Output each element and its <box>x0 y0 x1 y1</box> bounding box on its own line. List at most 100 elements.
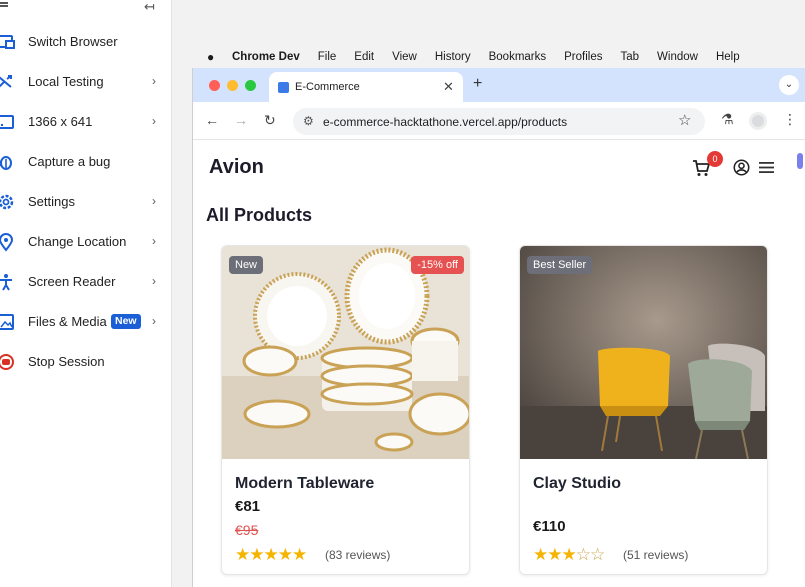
panel-item-settings[interactable]: Settings › <box>0 181 172 221</box>
mac-menu-bar: ● Chrome Dev File Edit View History Book… <box>192 46 805 68</box>
star-empty-icon: ☆ <box>575 545 591 564</box>
tool-panel: ↤ Switch Browser Local Testing › 1366 x … <box>0 0 172 587</box>
labs-flask-icon[interactable]: ⚗ <box>721 111 734 128</box>
new-badge: New <box>111 314 141 329</box>
local-testing-icon <box>0 75 12 88</box>
product-card[interactable]: New -15% off Modern Tableware €81 €95 ★★… <box>221 245 470 575</box>
new-tab-button[interactable]: + <box>473 75 482 93</box>
product-old-price: €95 <box>235 522 259 538</box>
location-pin-icon <box>0 233 14 252</box>
url-text[interactable]: e-commerce-hacktathone.vercel.app/produc… <box>323 115 567 129</box>
browser-toolbar: ← → ↻ ⚙ e-commerce-hacktathone.vercel.ap… <box>193 102 805 140</box>
star-filled-icon: ★ <box>547 545 562 564</box>
rating-stars: ★★★☆☆ <box>533 545 605 565</box>
product-image[interactable]: New -15% off <box>222 246 469 459</box>
star-filled-icon: ★ <box>249 545 264 564</box>
panel-item-label: 1366 x 641 <box>28 114 93 129</box>
product-card[interactable]: Best Seller Clay Studio €110 ★★★☆☆ (51 r… <box>519 245 768 575</box>
chevron-right-icon: › <box>152 274 156 288</box>
menu-profiles[interactable]: Profiles <box>564 51 602 63</box>
cart-count-badge: 0 <box>707 151 723 167</box>
tab-title: E-Commerce <box>295 81 360 93</box>
panel-item-label: Stop Session <box>28 354 105 369</box>
star-empty-icon: ☆ <box>590 545 605 564</box>
panel-item-label: Settings <box>28 194 75 209</box>
menu-window[interactable]: Window <box>657 51 698 63</box>
star-filled-icon: ★ <box>292 545 307 564</box>
review-count: (51 reviews) <box>623 548 689 562</box>
review-count: (83 reviews) <box>325 548 391 562</box>
page-heading: All Products <box>206 205 313 225</box>
product-name[interactable]: Modern Tableware <box>235 475 374 493</box>
panel-item-resolution[interactable]: 1366 x 641 › <box>0 101 172 141</box>
star-filled-icon: ★ <box>263 545 279 564</box>
image-icon <box>0 314 14 330</box>
bookmark-star-icon[interactable]: ☆ <box>678 111 691 129</box>
panel-item-label: Files & Media <box>28 314 107 329</box>
menu-app-name[interactable]: Chrome Dev <box>232 51 300 63</box>
best-seller-tag: Best Seller <box>527 256 593 274</box>
panel-item-label: Local Testing <box>28 74 104 89</box>
discount-tag: -15% off <box>411 256 464 274</box>
menu-help[interactable]: Help <box>716 51 740 63</box>
collapse-panel-icon[interactable]: ↤ <box>144 0 155 15</box>
panel-item-change-location[interactable]: Change Location › <box>0 221 172 261</box>
panel-item-label: Capture a bug <box>28 154 111 169</box>
panel-header: ↤ <box>0 0 171 14</box>
site-brand[interactable]: Avion <box>209 156 264 179</box>
menu-history[interactable]: History <box>435 51 471 63</box>
menu-tab[interactable]: Tab <box>621 51 640 63</box>
menu-file[interactable]: File <box>318 51 337 63</box>
panel-item-switch-browser[interactable]: Switch Browser <box>0 21 172 61</box>
apple-icon[interactable]: ● <box>207 50 225 64</box>
user-account-icon[interactable] <box>733 159 750 176</box>
page-content: Avion 0 All Products New -15% off Modern… <box>193 141 805 587</box>
panel-item-capture-bug[interactable]: Capture a bug <box>0 141 172 181</box>
chevron-down-icon[interactable]: ⌄ <box>779 75 799 95</box>
resolution-icon <box>0 115 14 129</box>
menu-bookmarks[interactable]: Bookmarks <box>489 51 547 63</box>
gear-icon <box>0 194 14 210</box>
panel-item-files-media[interactable]: Files & Media New › <box>0 301 172 341</box>
close-icon[interactable]: ✕ <box>443 79 454 95</box>
product-price: €81 <box>235 498 261 515</box>
site-settings-icon[interactable]: ⚙ <box>303 114 314 128</box>
star-filled-icon: ★ <box>561 545 577 564</box>
browser-window: E-Commerce ✕ + ⌄ ← → ↻ ⚙ e-commerce-hack… <box>192 68 805 587</box>
minimize-window-button[interactable] <box>227 80 238 91</box>
zoom-window-button[interactable] <box>245 80 256 91</box>
tab-ecommerce[interactable]: E-Commerce ✕ <box>269 72 463 102</box>
accessibility-icon <box>0 274 12 291</box>
chevron-right-icon: › <box>152 194 156 208</box>
panel-item-screen-reader[interactable]: Screen Reader › <box>0 261 172 301</box>
scrollbar-thumb[interactable] <box>797 153 803 169</box>
product-image[interactable]: Best Seller <box>520 246 767 459</box>
bug-icon <box>0 156 12 170</box>
product-name[interactable]: Clay Studio <box>533 475 621 493</box>
profile-avatar[interactable] <box>749 112 767 130</box>
hamburger-menu-icon[interactable] <box>759 161 774 174</box>
new-tag: New <box>229 256 264 274</box>
panel-item-label: Switch Browser <box>28 34 118 49</box>
more-vert-icon[interactable]: ⋮ <box>783 111 797 128</box>
chevron-right-icon: › <box>152 234 156 248</box>
forward-arrow-icon[interactable]: → <box>234 112 248 128</box>
menu-icon[interactable] <box>0 5 8 7</box>
back-arrow-icon[interactable]: ← <box>205 112 219 128</box>
star-filled-icon: ★ <box>235 545 250 564</box>
panel-item-stop-session[interactable]: Stop Session <box>0 341 172 381</box>
close-window-button[interactable] <box>209 80 220 91</box>
switch-browser-icon <box>0 35 15 49</box>
address-bar[interactable]: ⚙ e-commerce-hacktathone.vercel.app/prod… <box>293 108 705 135</box>
panel-item-label: Change Location <box>28 234 127 249</box>
panel-item-local-testing[interactable]: Local Testing › <box>0 61 172 101</box>
chevron-right-icon: › <box>152 314 156 328</box>
chevron-right-icon: › <box>152 74 156 88</box>
tab-bar: E-Commerce ✕ + ⌄ <box>193 68 805 102</box>
menu-view[interactable]: View <box>392 51 417 63</box>
panel-item-label: Screen Reader <box>28 274 116 289</box>
reload-icon[interactable]: ↻ <box>264 112 276 129</box>
product-price: €110 <box>533 518 566 535</box>
menu-edit[interactable]: Edit <box>354 51 374 63</box>
rating-stars: ★★★★★ <box>235 545 307 565</box>
